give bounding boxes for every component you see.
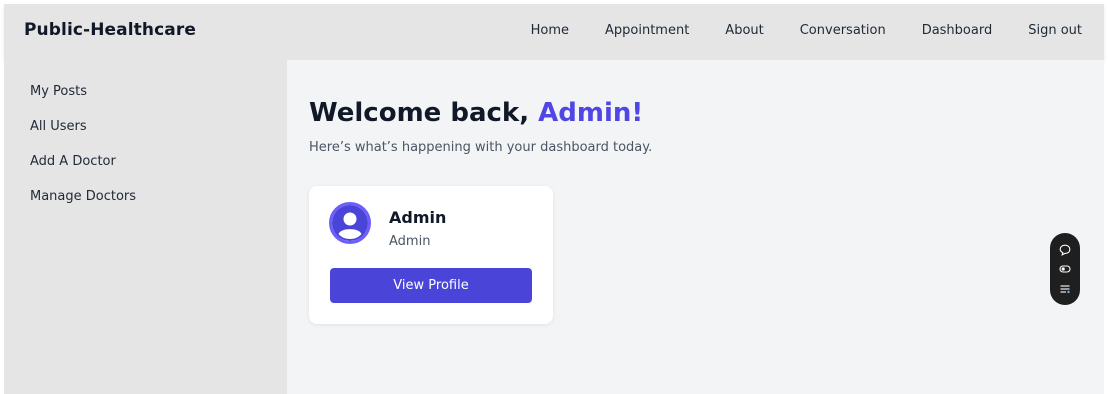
nav-home-link[interactable]: Home: [531, 23, 569, 38]
profile-role: Admin: [389, 234, 431, 249]
welcome-name: Admin!: [538, 98, 644, 128]
nav-appointment-link[interactable]: Appointment: [605, 23, 689, 38]
sidebar-item-all-users[interactable]: All Users: [30, 119, 87, 134]
app-frame: Public-Healthcare Home Appointment About…: [4, 4, 1104, 394]
profile-card: Admin Admin View Profile: [309, 186, 553, 324]
avatar: [329, 202, 371, 244]
toggle-icon[interactable]: [1058, 262, 1072, 276]
sidebar-item-add-doctor[interactable]: Add A Doctor: [30, 154, 116, 169]
brand-logo-text[interactable]: Public-Healthcare: [24, 20, 196, 40]
main-content: Welcome back, Admin! Here’s what’s happe…: [287, 60, 1104, 394]
top-navbar: Public-Healthcare Home Appointment About…: [4, 4, 1104, 60]
chat-bubble-icon[interactable]: [1058, 243, 1072, 257]
welcome-prefix: Welcome back,: [309, 98, 539, 128]
sidebar: My Posts All Users Add A Doctor Manage D…: [4, 60, 287, 394]
floating-toolbar: [1050, 233, 1080, 305]
view-profile-button[interactable]: View Profile: [330, 268, 532, 303]
sidebar-item-my-posts[interactable]: My Posts: [30, 84, 87, 99]
nav-about-link[interactable]: About: [725, 23, 763, 38]
nav-dashboard-link[interactable]: Dashboard: [922, 23, 993, 38]
nav-conversation-link[interactable]: Conversation: [800, 23, 886, 38]
sidebar-item-manage-doctors[interactable]: Manage Doctors: [30, 189, 136, 204]
page-subtitle: Here’s what’s happening with your dashbo…: [309, 140, 653, 155]
nav-links: Home Appointment About Conversation Dash…: [495, 23, 1082, 38]
page-title: Welcome back, Admin!: [309, 98, 643, 128]
nav-signout-link[interactable]: Sign out: [1028, 23, 1082, 38]
list-settings-icon[interactable]: [1058, 282, 1072, 296]
user-avatar-icon: [332, 205, 368, 241]
profile-name: Admin: [389, 208, 447, 227]
